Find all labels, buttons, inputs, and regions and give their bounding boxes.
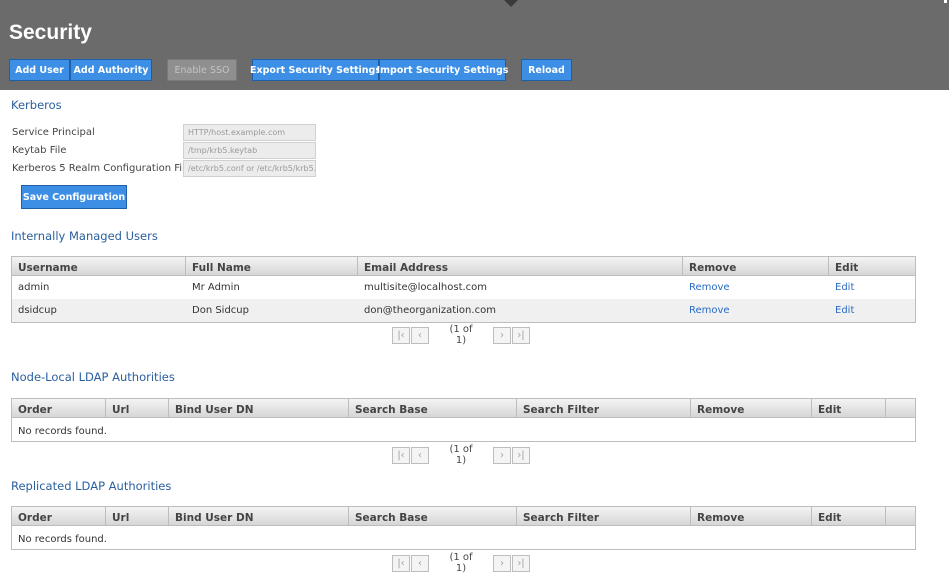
header-bar: Security Add User Add Authority Enable S… <box>0 0 949 90</box>
column-header-email[interactable]: Email Address <box>358 257 683 275</box>
last-page-icon[interactable]: ›| <box>512 554 530 572</box>
username-cell: dsidcup <box>18 305 57 316</box>
email-cell: don@theorganization.com <box>364 305 496 316</box>
full-name-cell: Mr Admin <box>192 282 240 293</box>
save-configuration-button[interactable]: Save Configuration <box>21 185 127 209</box>
page-indicator: (1 of 1) <box>449 324 473 346</box>
users-table-header: Username Full Name Email Address Remove … <box>12 257 915 276</box>
table-row[interactable]: admin Mr Admin multisite@localhost.com R… <box>12 276 915 299</box>
column-header-bind-user-dn[interactable]: Bind User DN <box>169 399 349 417</box>
service-principal-label: Service Principal <box>12 127 95 138</box>
column-header-url[interactable]: Url <box>106 399 169 417</box>
page-title: Security <box>9 21 92 44</box>
realm-config-input[interactable]: /etc/krb5.conf or /etc/krb5/krb5.conf <box>183 160 316 177</box>
node-ldap-table-header: Order Url Bind User DN Search Base Searc… <box>12 399 915 418</box>
empty-message: No records found. <box>18 426 107 437</box>
export-security-settings-button[interactable]: Export Security Settings <box>250 59 381 81</box>
remove-link[interactable]: Remove <box>683 282 829 293</box>
first-page-icon[interactable]: |‹ <box>392 554 410 572</box>
page-indicator: (1 of 1) <box>449 552 473 574</box>
first-page-icon[interactable]: |‹ <box>392 446 410 464</box>
next-page-icon[interactable]: › <box>493 554 511 572</box>
table-row[interactable]: dsidcup Don Sidcup don@theorganization.c… <box>12 299 915 322</box>
next-page-icon[interactable]: › <box>493 326 511 344</box>
service-principal-input[interactable]: HTTP/host.example.com <box>183 124 316 141</box>
column-header-bind-user-dn[interactable]: Bind User DN <box>169 507 349 525</box>
column-header-url[interactable]: Url <box>106 507 169 525</box>
import-security-settings-button[interactable]: Import Security Settings <box>377 59 508 81</box>
kerberos-section-title: Kerberos <box>11 98 62 112</box>
column-header-spacer <box>886 399 915 417</box>
corner-marker <box>944 0 947 3</box>
users-table: Username Full Name Email Address Remove … <box>11 256 916 323</box>
replicated-ldap-table: Order Url Bind User DN Search Base Searc… <box>11 506 916 550</box>
column-header-edit[interactable]: Edit <box>812 399 886 417</box>
next-page-icon[interactable]: › <box>493 446 511 464</box>
add-authority-button[interactable]: Add Authority <box>70 59 152 81</box>
users-section-title: Internally Managed Users <box>11 229 158 243</box>
keytab-file-label: Keytab File <box>12 145 67 156</box>
add-user-button[interactable]: Add User <box>9 59 70 81</box>
column-header-search-filter[interactable]: Search Filter <box>517 507 691 525</box>
empty-message: No records found. <box>18 534 107 545</box>
users-pager: |‹ ‹ (1 of 1) › ›| <box>392 324 531 346</box>
column-header-spacer <box>886 507 915 525</box>
replicated-ldap-pager: |‹ ‹ (1 of 1) › ›| <box>392 552 531 574</box>
keytab-file-input[interactable]: /tmp/krb5.keytab <box>183 142 316 159</box>
edit-link[interactable]: Edit <box>829 305 915 316</box>
edit-link[interactable]: Edit <box>829 282 915 293</box>
column-header-order[interactable]: Order <box>12 399 106 417</box>
first-page-icon[interactable]: |‹ <box>392 326 410 344</box>
column-header-order[interactable]: Order <box>12 507 106 525</box>
page-indicator: (1 of 1) <box>449 444 473 466</box>
node-ldap-table: Order Url Bind User DN Search Base Searc… <box>11 398 916 442</box>
column-header-edit[interactable]: Edit <box>812 507 886 525</box>
column-header-username[interactable]: Username <box>12 257 186 275</box>
node-ldap-section-title: Node-Local LDAP Authorities <box>11 370 175 384</box>
column-header-search-filter[interactable]: Search Filter <box>517 399 691 417</box>
column-header-search-base[interactable]: Search Base <box>349 507 517 525</box>
replicated-ldap-section-title: Replicated LDAP Authorities <box>11 479 172 493</box>
enable-sso-button[interactable]: Enable SSO <box>167 59 237 81</box>
reload-button[interactable]: Reload <box>521 59 572 81</box>
full-name-cell: Don Sidcup <box>192 305 249 316</box>
remove-link[interactable]: Remove <box>683 305 829 316</box>
last-page-icon[interactable]: ›| <box>512 326 530 344</box>
column-header-remove[interactable]: Remove <box>683 257 829 275</box>
dropdown-arrow-icon[interactable] <box>504 0 518 7</box>
column-header-remove[interactable]: Remove <box>691 507 812 525</box>
previous-page-icon[interactable]: ‹ <box>411 326 429 344</box>
realm-config-label: Kerberos 5 Realm Configuration File <box>12 163 191 174</box>
node-ldap-pager: |‹ ‹ (1 of 1) › ›| <box>392 444 531 466</box>
column-header-edit[interactable]: Edit <box>829 257 915 275</box>
previous-page-icon[interactable]: ‹ <box>411 554 429 572</box>
last-page-icon[interactable]: ›| <box>512 446 530 464</box>
replicated-ldap-table-header: Order Url Bind User DN Search Base Searc… <box>12 507 915 526</box>
column-header-search-base[interactable]: Search Base <box>349 399 517 417</box>
email-cell: multisite@localhost.com <box>364 282 488 293</box>
previous-page-icon[interactable]: ‹ <box>411 446 429 464</box>
column-header-remove[interactable]: Remove <box>691 399 812 417</box>
username-cell: admin <box>18 282 50 293</box>
column-header-full-name[interactable]: Full Name <box>186 257 358 275</box>
